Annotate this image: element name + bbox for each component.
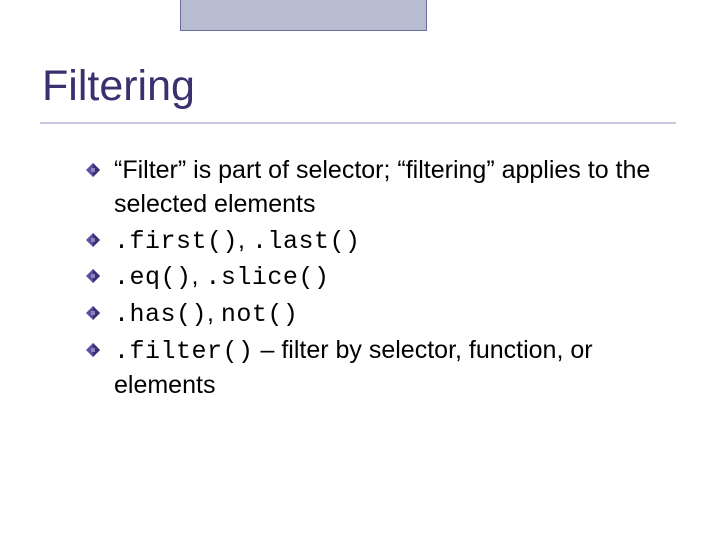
list-item-code-a: .has() — [114, 300, 207, 329]
list-item-sep: , — [207, 299, 221, 327]
slide-body: “Filter” is part of selector; “filtering… — [90, 154, 660, 404]
list-item-code-a: .eq() — [114, 263, 192, 292]
list-item-text: “Filter” is part of selector; “filtering… — [114, 156, 650, 218]
divider — [40, 122, 676, 124]
slide-title: Filtering — [42, 62, 195, 111]
list-item-sep: , — [192, 262, 206, 290]
diamond-bullet-icon — [86, 306, 100, 320]
list-item-code-b: .last() — [252, 227, 361, 256]
list-item: “Filter” is part of selector; “filtering… — [90, 154, 660, 222]
diamond-bullet-icon — [86, 233, 100, 247]
list-item-code-b: .slice() — [205, 263, 329, 292]
list-item-code-a: .filter() — [114, 337, 254, 366]
list-item: .eq(), .slice() — [90, 260, 660, 295]
list-item-code-b: not() — [221, 300, 299, 329]
diamond-bullet-icon — [86, 269, 100, 283]
list-item: .first(), .last() — [90, 224, 660, 259]
list-item: .filter() – filter by selector, function… — [90, 334, 660, 403]
topbar-decoration — [180, 0, 427, 31]
list-item-code-a: .first() — [114, 227, 238, 256]
slide: Filtering “Filter” is part of selector; … — [0, 0, 720, 540]
diamond-bullet-icon — [86, 343, 100, 357]
list-item-sep: , — [238, 226, 252, 254]
diamond-bullet-icon — [86, 163, 100, 177]
list-item: .has(), not() — [90, 297, 660, 332]
